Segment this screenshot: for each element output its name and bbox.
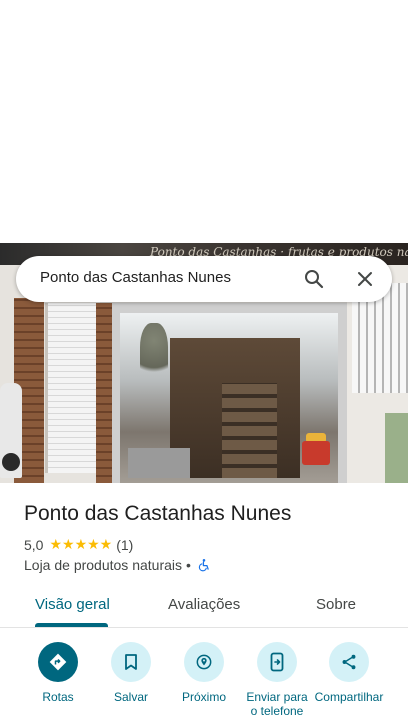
nearby-label: Próximo xyxy=(181,690,226,704)
tab-indicator xyxy=(35,623,108,627)
nearby-button[interactable]: Próximo xyxy=(164,642,244,704)
directions-label: Rotas xyxy=(42,690,74,704)
directions-icon xyxy=(49,653,67,671)
wheelchair-accessible-icon xyxy=(198,559,209,572)
directions-button[interactable]: Rotas xyxy=(18,642,98,704)
save-button[interactable]: Salvar xyxy=(91,642,171,704)
blank-map-area xyxy=(0,0,408,243)
tab-about[interactable]: Sobre xyxy=(316,596,356,613)
tab-reviews[interactable]: Avaliações xyxy=(168,596,240,613)
save-label: Salvar xyxy=(113,690,148,704)
tab-overview[interactable]: Visão geral xyxy=(35,596,110,613)
search-bar[interactable]: Ponto das Castanhas Nunes xyxy=(16,256,392,302)
category-label: Loja de produtos naturais xyxy=(24,557,182,573)
rating-row[interactable]: 5,0 ★★★★★ (1) xyxy=(24,536,133,553)
send-to-phone-label: Enviar para o telefone xyxy=(246,690,308,718)
rating-stars: ★★★★★ xyxy=(49,536,113,552)
nearby-icon xyxy=(196,654,212,670)
share-icon xyxy=(342,654,356,670)
tab-bar: Visão geral Avaliações Sobre xyxy=(0,586,408,628)
search-input[interactable]: Ponto das Castanhas Nunes xyxy=(40,269,231,286)
rating-value: 5,0 xyxy=(24,536,44,553)
category-row: Loja de produtos naturais • xyxy=(24,557,211,573)
close-icon[interactable] xyxy=(353,267,377,291)
separator: • xyxy=(186,557,191,573)
send-to-phone-icon xyxy=(270,652,284,672)
send-to-phone-button[interactable]: Enviar para o telefone xyxy=(237,642,317,718)
share-button[interactable]: Compartilhar xyxy=(309,642,389,704)
share-label: Compartilhar xyxy=(314,690,384,704)
search-icon[interactable] xyxy=(302,267,326,291)
bookmark-icon xyxy=(125,654,137,670)
place-title: Ponto das Castanhas Nunes xyxy=(24,502,292,525)
review-count[interactable]: (1) xyxy=(116,537,133,553)
